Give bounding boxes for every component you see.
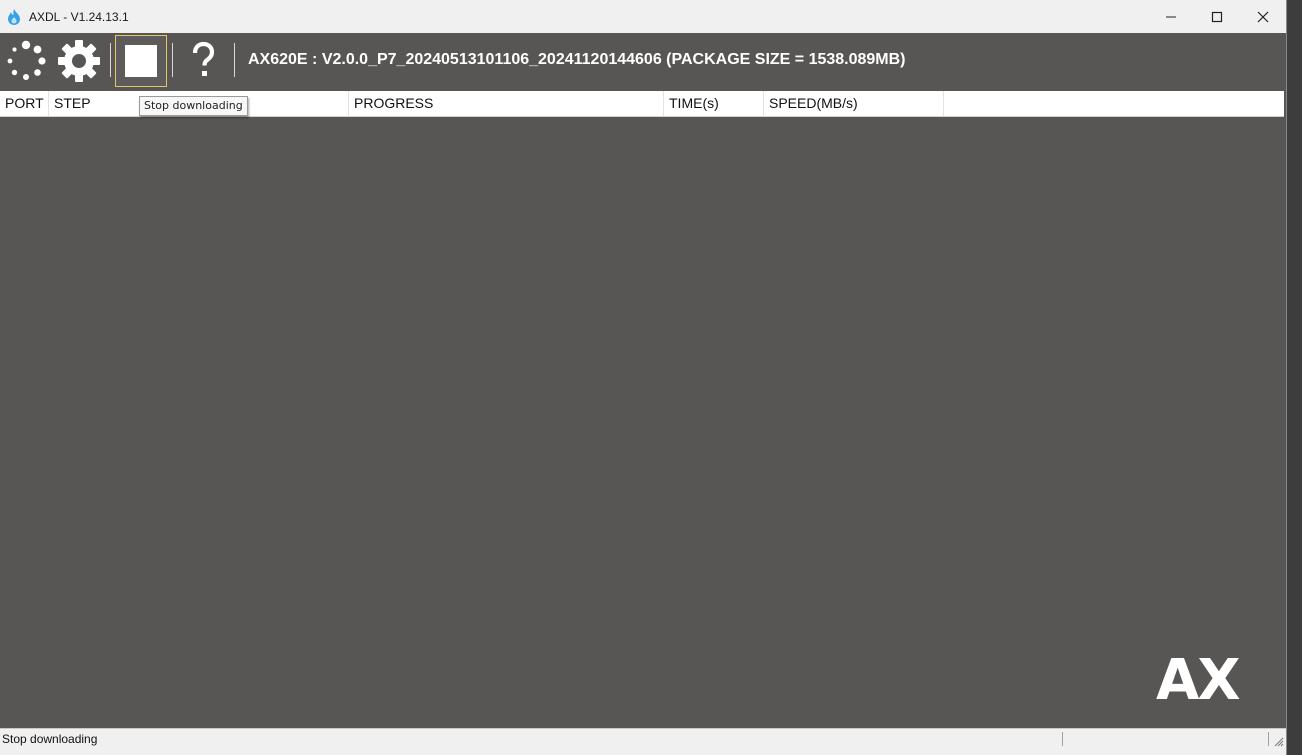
window-title: AXDL - V1.24.13.1 bbox=[29, 9, 129, 24]
settings-button[interactable] bbox=[53, 35, 105, 87]
download-list[interactable] bbox=[0, 117, 1284, 727]
toolbar-separator bbox=[234, 43, 235, 77]
toolbar-separator bbox=[172, 43, 173, 77]
column-header-time[interactable]: TIME(s) bbox=[664, 91, 764, 116]
minimize-icon bbox=[1166, 16, 1176, 17]
close-icon bbox=[1257, 11, 1269, 22]
stop-button-tooltip: Stop downloading bbox=[139, 96, 248, 116]
minimize-button[interactable] bbox=[1148, 0, 1194, 33]
load-button[interactable] bbox=[0, 35, 52, 87]
stop-icon bbox=[125, 45, 157, 77]
toolbar-separator bbox=[110, 43, 111, 77]
close-button[interactable] bbox=[1240, 0, 1286, 33]
column-header-port[interactable]: PORT bbox=[0, 91, 49, 116]
ax-logo: AX bbox=[1156, 648, 1264, 713]
status-separator bbox=[1062, 732, 1063, 746]
window-bottom-edge bbox=[0, 748, 1286, 755]
toolbar: AX620E : V2.0.0_P7_20240513101106_202411… bbox=[0, 33, 1286, 90]
status-text: Stop downloading bbox=[2, 732, 98, 746]
help-button[interactable] bbox=[177, 35, 229, 87]
logo-text: AX bbox=[1156, 653, 1240, 701]
status-separator bbox=[1268, 732, 1269, 746]
package-info-label: AX620E : V2.0.0_P7_20240513101106_202411… bbox=[248, 51, 906, 68]
app-window: AXDL - V1.24.13.1 AX620E: V2.0.0_P7_202… bbox=[0, 0, 1287, 755]
flame-icon bbox=[5, 8, 23, 26]
resize-grip-icon[interactable] bbox=[1274, 737, 1284, 747]
column-header-progress[interactable]: PROGRESS bbox=[349, 91, 664, 116]
spinner-icon bbox=[7, 40, 46, 80]
stop-button[interactable] bbox=[115, 35, 167, 87]
question-icon bbox=[192, 41, 215, 76]
title-bar[interactable]: AXDL - V1.24.13.1 bbox=[0, 0, 1286, 33]
maximize-button[interactable] bbox=[1194, 0, 1240, 33]
maximize-icon bbox=[1211, 11, 1223, 22]
column-header-speed[interactable]: SPEED(MB/s) bbox=[764, 91, 944, 116]
window-controls bbox=[1148, 0, 1286, 33]
gear-icon bbox=[58, 40, 100, 82]
status-bar: Stop downloading bbox=[0, 728, 1286, 749]
